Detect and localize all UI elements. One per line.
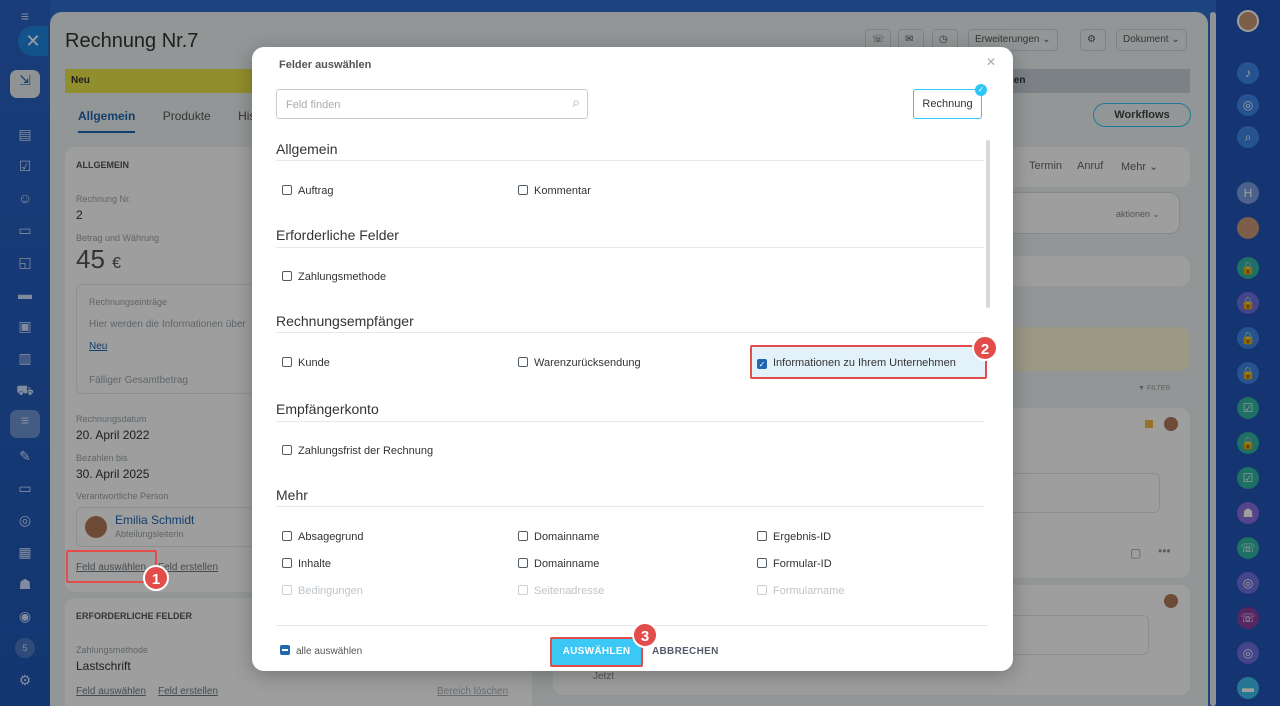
field-checkbox[interactable]: Domainname <box>518 557 599 571</box>
field-checkbox[interactable]: Auftrag <box>282 184 333 198</box>
section-title-more: Mehr <box>276 487 308 503</box>
dialog-scrollbar[interactable] <box>986 140 990 308</box>
divider <box>276 506 984 507</box>
select-all-checkbox[interactable]: alle auswählen <box>280 645 362 657</box>
section-title-recipient: Rechnungsempfänger <box>276 313 414 329</box>
divider <box>276 247 984 248</box>
close-icon[interactable]: ✕ <box>986 55 996 69</box>
field-checkbox[interactable]: Bedingungen <box>282 584 363 598</box>
field-checkbox-checked[interactable]: ✓ Informationen zu Ihrem Unternehmen <box>757 356 956 370</box>
field-checkbox[interactable]: Kommentar <box>518 184 591 198</box>
field-checkbox[interactable]: Warenzurücksendung <box>518 356 641 370</box>
section-title-general: Allgemein <box>276 141 338 157</box>
search-placeholder: Feld finden <box>286 99 341 111</box>
field-checkbox[interactable]: Formular-ID <box>757 557 832 571</box>
field-checkbox[interactable]: Seitenadresse <box>518 584 604 598</box>
search-input[interactable]: Feld finden ⌕ <box>276 89 588 119</box>
field-checkbox[interactable]: Kunde <box>282 356 330 370</box>
cancel-button[interactable]: ABBRECHEN <box>652 646 719 657</box>
step-1-marker: 1 <box>143 565 169 591</box>
field-checkbox[interactable]: Absagegrund <box>282 530 363 544</box>
field-checkbox[interactable]: Ergebnis-ID <box>757 530 831 544</box>
section-title-required: Erforderliche Felder <box>276 227 399 243</box>
field-checkbox[interactable]: Inhalte <box>282 557 331 571</box>
divider <box>276 421 984 422</box>
step-3-marker: 3 <box>632 622 658 648</box>
field-checkbox[interactable]: Domainname <box>518 530 599 544</box>
field-checkbox[interactable]: Zahlungsmethode <box>282 270 386 284</box>
divider <box>276 160 984 161</box>
field-checkbox[interactable]: Zahlungsfrist der Rechnung <box>282 444 433 458</box>
select-fields-dialog: Felder auswählen ✕ Feld finden ⌕ Rechnun… <box>252 47 1013 671</box>
entity-tag[interactable]: Rechnung ✓ <box>913 84 987 119</box>
section-title-account: Empfängerkonto <box>276 401 379 417</box>
divider <box>276 332 984 333</box>
check-icon: ✓ <box>975 84 987 96</box>
step-2-marker: 2 <box>972 335 998 361</box>
search-icon: ⌕ <box>572 94 580 110</box>
dialog-title: Felder auswählen <box>279 59 372 71</box>
field-checkbox[interactable]: Formularname <box>757 584 845 598</box>
divider <box>276 625 988 626</box>
confirm-button[interactable]: AUSWÄHLEN <box>550 637 643 667</box>
